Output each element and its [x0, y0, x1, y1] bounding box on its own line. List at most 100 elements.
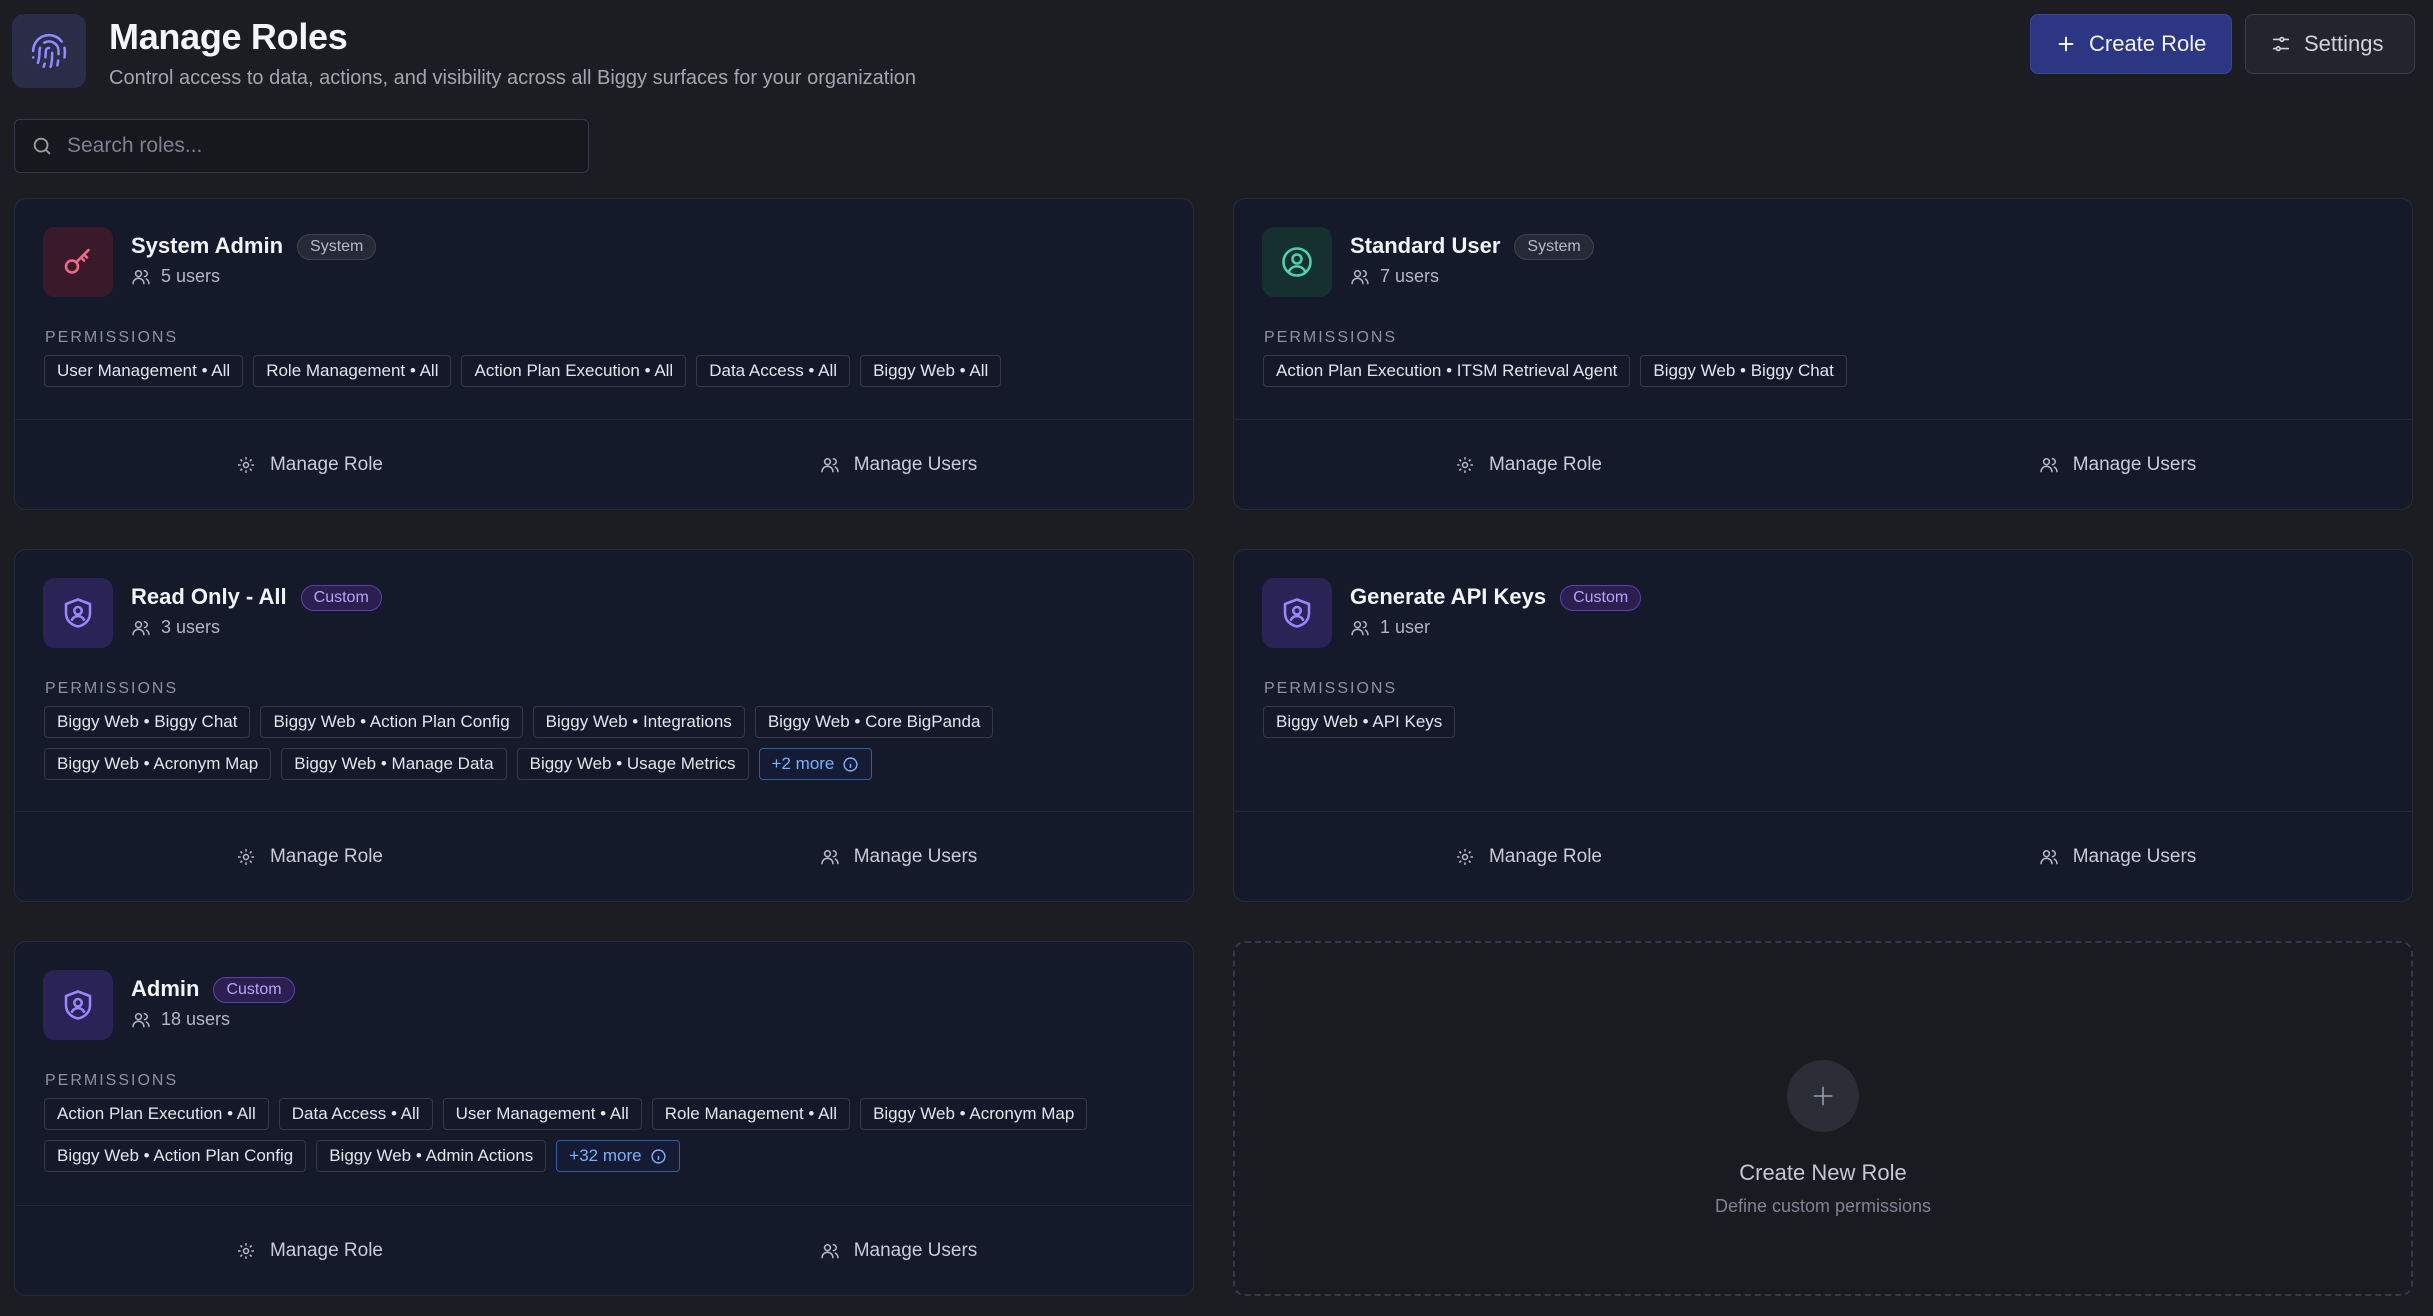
users-icon: [1351, 269, 1369, 284]
role-type-badge: System: [1514, 234, 1594, 260]
permission-tag: Biggy Web • Acronym Map: [860, 1098, 1088, 1130]
manage-users-button[interactable]: Manage Users: [604, 812, 1193, 901]
create-new-role-title: Create New Role: [1739, 1160, 1907, 1185]
permission-tag: User Management • All: [442, 1098, 642, 1130]
permission-tag: Biggy Web • Action Plan Config: [260, 706, 523, 738]
permission-tag: Biggy Web • Admin Actions: [316, 1140, 547, 1172]
create-role-label: Create Role: [2089, 31, 2207, 56]
more-permissions-label: +32 more: [569, 1146, 642, 1165]
shield-user-icon: [43, 578, 113, 648]
users-icon: [132, 269, 150, 284]
card-footer: Manage Role Manage Users: [15, 1205, 1193, 1295]
manage-role-label: Manage Role: [269, 453, 384, 475]
permission-tag: Biggy Web • Acronym Map: [44, 748, 272, 780]
gear-icon: [238, 456, 254, 473]
permissions-heading: PERMISSIONS: [45, 680, 179, 697]
gear-icon: [1457, 848, 1473, 865]
role-card: Generate API Keys Custom 1 user PERMISSIONS…: [1233, 549, 2413, 902]
role-type-badge: Custom: [300, 585, 382, 611]
user-count-label: 1 user: [1380, 617, 1431, 637]
role-name: Admin: [131, 976, 200, 1001]
permissions-heading: PERMISSIONS: [45, 329, 179, 346]
more-permissions-link[interactable]: +32 more: [556, 1140, 680, 1172]
user-count: 7 users: [1350, 266, 1439, 287]
manage-users-button[interactable]: Manage Users: [604, 1206, 1193, 1295]
manage-role-button[interactable]: Manage Role: [15, 1206, 604, 1295]
user-circle-icon: [1262, 227, 1332, 297]
permission-tag: Biggy Web • Action Plan Config: [44, 1140, 307, 1172]
role-type-badge: System: [297, 234, 377, 260]
user-count-label: 3 users: [161, 617, 221, 637]
info-icon: [843, 756, 858, 772]
manage-users-label: Manage Users: [2072, 453, 2197, 475]
users-icon: [821, 457, 839, 472]
permission-tags: Biggy Web • API Keys: [1263, 706, 2392, 738]
shield-user-icon: [1262, 578, 1332, 648]
permission-tag: Biggy Web • Biggy Chat: [1640, 355, 1847, 387]
permissions-heading: PERMISSIONS: [1264, 680, 1398, 697]
card-footer: Manage Role Manage Users: [15, 811, 1193, 901]
search-input[interactable]: [67, 134, 567, 158]
user-count: 1 user: [1350, 617, 1430, 638]
role-card: System Admin System 5 users PERMISSIONS User…: [14, 198, 1194, 510]
role-type-badge: Custom: [213, 977, 295, 1003]
permission-tag: Biggy Web • Core BigPanda: [754, 706, 994, 738]
manage-role-button[interactable]: Manage Role: [15, 812, 604, 901]
search-icon: [33, 137, 51, 155]
manage-users-label: Manage Users: [853, 1239, 978, 1261]
permission-tag: Biggy Web • Biggy Chat: [44, 706, 251, 738]
create-new-role-card[interactable]: Create New Role Define custom permission…: [1233, 941, 2413, 1296]
gear-icon: [238, 848, 254, 865]
user-count: 3 users: [131, 617, 220, 638]
users-icon: [821, 1243, 839, 1258]
permission-tag: Biggy Web • API Keys: [1263, 706, 1456, 738]
permission-tag: Action Plan Execution • ITSM Retrieval A…: [1263, 355, 1631, 387]
page-subtitle: Control access to data, actions, and vis…: [109, 67, 917, 89]
manage-users-button[interactable]: Manage Users: [604, 420, 1193, 509]
role-name-row: Read Only - All Custom: [131, 584, 382, 611]
create-role-button[interactable]: Create Role: [2030, 14, 2232, 74]
card-footer: Manage Role Manage Users: [1234, 811, 2412, 901]
role-name-row: Admin Custom: [131, 976, 295, 1003]
user-count-label: 7 users: [1380, 266, 1440, 286]
user-count-label: 18 users: [161, 1009, 231, 1029]
users-icon: [132, 620, 150, 635]
plus-circle-icon: [1787, 1060, 1859, 1132]
search-box: [14, 119, 589, 173]
manage-users-button[interactable]: Manage Users: [1823, 812, 2412, 901]
permission-tag: Action Plan Execution • All: [461, 355, 687, 387]
permission-tag: Role Management • All: [253, 355, 452, 387]
permission-tag: Role Management • All: [651, 1098, 851, 1130]
role-name-row: Standard User System: [1350, 233, 1594, 260]
more-permissions-link[interactable]: +2 more: [758, 748, 873, 780]
manage-role-button[interactable]: Manage Role: [1234, 812, 1823, 901]
role-card: Admin Custom 18 users PERMISSIONS Action Pla…: [14, 941, 1194, 1296]
permission-tags: Action Plan Execution • ITSM Retrieval A…: [1263, 355, 2392, 387]
manage-users-label: Manage Users: [853, 453, 978, 475]
permission-tag: Biggy Web • Usage Metrics: [516, 748, 749, 780]
manage-role-label: Manage Role: [269, 845, 384, 867]
users-icon: [2040, 457, 2058, 472]
manage-role-label: Manage Role: [1488, 845, 1603, 867]
role-card: Standard User System 7 users PERMISSIONS Act…: [1233, 198, 2413, 510]
page-title: Manage Roles: [109, 16, 348, 57]
manage-users-button[interactable]: Manage Users: [1823, 420, 2412, 509]
permission-tag: User Management • All: [44, 355, 244, 387]
role-name-row: System Admin System: [131, 233, 377, 260]
user-count: 5 users: [131, 266, 220, 287]
fingerprint-icon: [12, 14, 86, 88]
permission-tags: User Management • All Role Management • A…: [44, 355, 1173, 387]
manage-role-label: Manage Role: [269, 1239, 384, 1261]
manage-role-label: Manage Role: [1488, 453, 1603, 475]
role-name: Standard User: [1350, 233, 1501, 258]
permission-tags: Action Plan Execution • All Data Access •…: [44, 1098, 1173, 1172]
settings-button[interactable]: Settings: [2245, 14, 2415, 74]
manage-role-button[interactable]: Manage Role: [15, 420, 604, 509]
permission-tag: Biggy Web • Integrations: [532, 706, 745, 738]
permissions-heading: PERMISSIONS: [1264, 329, 1398, 346]
user-count-label: 5 users: [161, 266, 221, 286]
role-card: Read Only - All Custom 3 users PERMISSIONS B…: [14, 549, 1194, 902]
permissions-heading: PERMISSIONS: [45, 1072, 179, 1089]
manage-role-button[interactable]: Manage Role: [1234, 420, 1823, 509]
users-icon: [2040, 849, 2058, 864]
